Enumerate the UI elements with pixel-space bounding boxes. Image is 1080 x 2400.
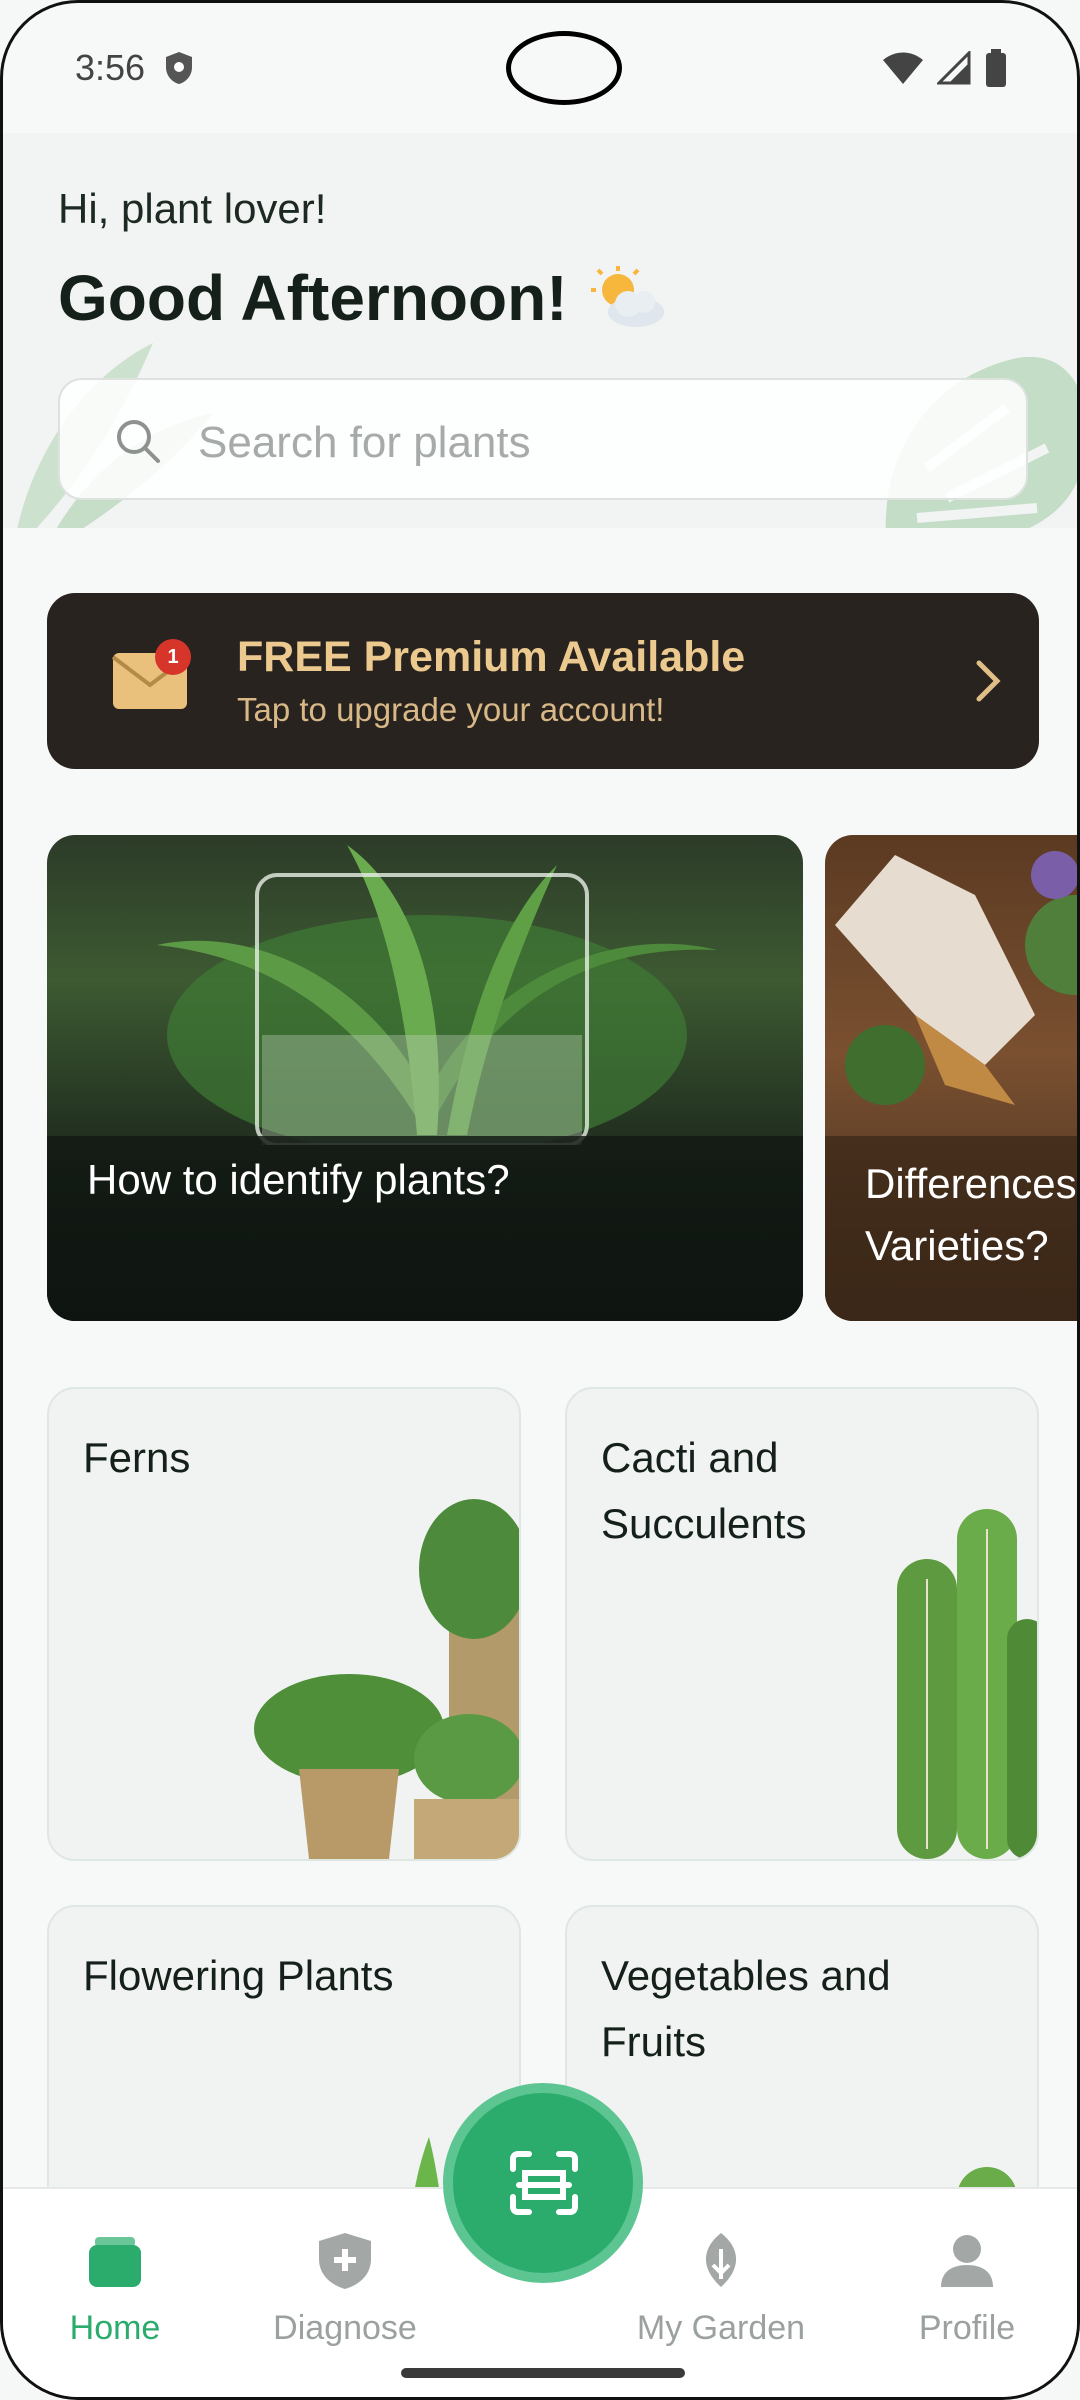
security-shield-icon [166,52,192,84]
sun-cloud-icon [590,266,664,327]
category-card-ferns[interactable]: Ferns [47,1387,521,1861]
notification-badge: 1 [155,639,191,675]
promo-title: FREE Premium Available [237,633,746,681]
status-bar: 3:56 [3,3,1077,133]
scan-button[interactable] [443,2083,643,2283]
article-card-identify[interactable]: How to identify plants? [47,835,803,1321]
search-icon [117,420,160,463]
home-icon [89,2237,141,2287]
premium-banner[interactable]: FREE Premium Available Tap to upgrade yo… [47,593,1039,769]
system-icons [883,49,1007,87]
nav-my-garden[interactable]: My Garden [621,2229,821,2348]
article-title: How to identify plants? [87,1156,510,1203]
article-title: Differences Varieties? [865,1160,1077,1269]
camera-cutout [506,31,622,105]
wifi-icon [883,52,923,84]
shield-plus-icon [319,2233,371,2289]
nav-profile[interactable]: Profile [867,2229,1067,2348]
category-label: Cacti and Succulents [601,1434,807,1547]
category-label: Flowering Plants [83,1952,394,1999]
category-card-cacti[interactable]: Cacti and Succulents [565,1387,1039,1861]
greeting-title: Good Afternoon! [58,261,668,335]
gloves-photo [835,851,1077,1105]
category-label: Vegetables and Fruits [601,1952,891,2065]
scan-icon [510,2151,578,2215]
home-header: Hi, plant lover! Good Afternoon! Search … [3,133,1077,528]
greeting-hello: Hi, plant lover! [58,185,327,232]
search-input[interactable]: Search for plants [198,418,531,468]
plant-photo [157,845,717,1145]
phone-screen: 3:56 Hi, plant lover! Good Afternoon! Se… [0,0,1080,2400]
promo-subtitle: Tap to upgrade your account! [237,691,665,728]
plant-icon [705,2233,737,2287]
nav-home[interactable]: Home [15,2229,215,2348]
category-label: Ferns [83,1434,191,1481]
battery-icon [986,49,1006,87]
person-icon [941,2235,993,2287]
status-time: 3:56 [75,47,146,88]
nav-diagnose[interactable]: Diagnose [245,2229,445,2348]
nav-label: Home [69,2309,161,2347]
cell-signal-icon [937,51,971,85]
gesture-home-bar[interactable] [401,2368,685,2378]
chevron-right-icon [976,660,1001,702]
fern-plant-image [254,1499,519,1859]
cactus-image [897,1509,1037,1859]
search-bar[interactable]: Search for plants [58,378,1028,500]
nav-label: Diagnose [273,2309,417,2347]
article-card-varieties[interactable]: Differences Varieties? [825,835,1077,1321]
nav-label: Profile [918,2309,1016,2347]
greeting-text: Good Afternoon! [58,262,568,334]
nav-label: My Garden [636,2309,806,2347]
